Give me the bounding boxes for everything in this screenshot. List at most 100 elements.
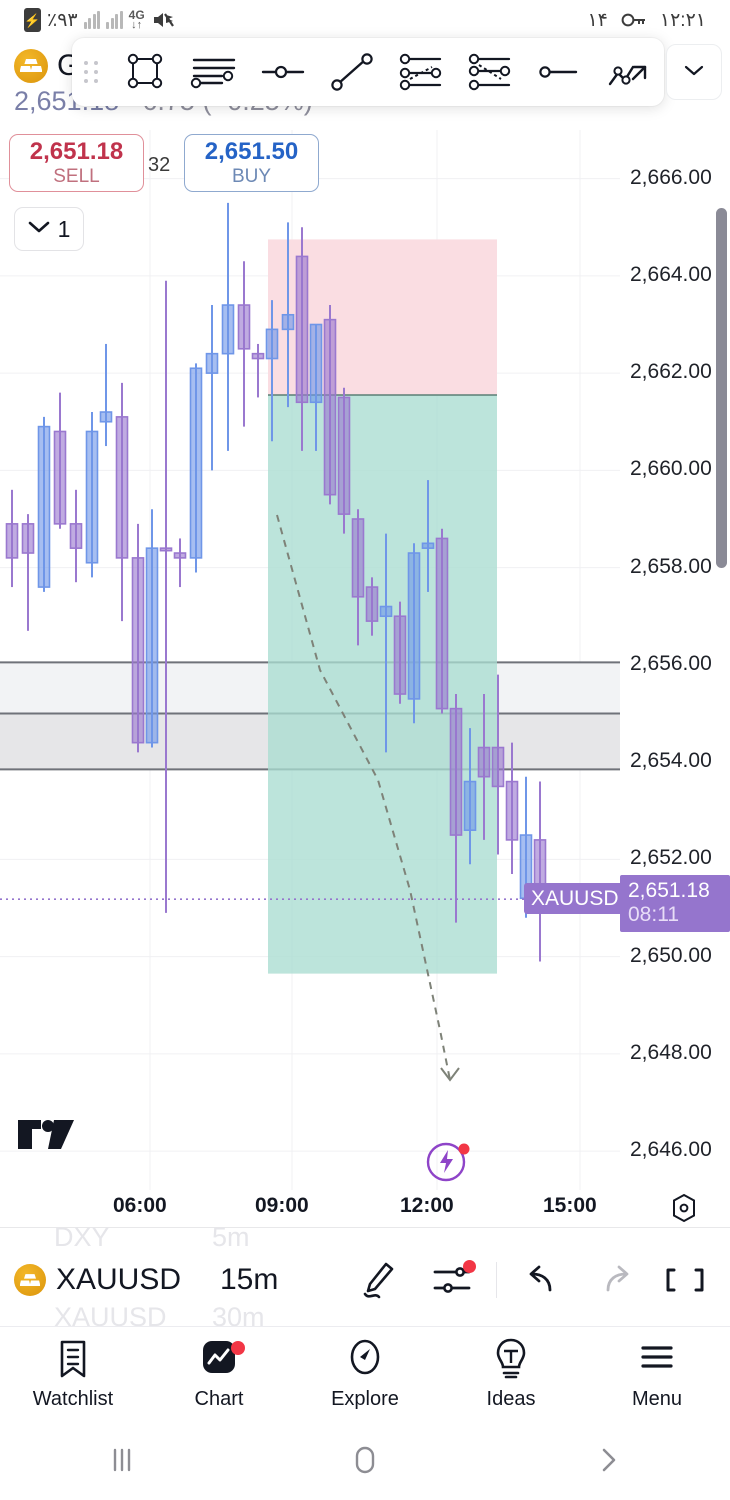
nav-label-explore: Explore <box>331 1387 399 1410</box>
price-chart[interactable] <box>0 130 620 1190</box>
signal-bars-icon <box>83 11 101 29</box>
trend-arrow-icon <box>609 65 647 86</box>
price-tick-label: 2,662.00 <box>630 360 712 384</box>
bottom-symbol-name: XAUUSD <box>56 1263 182 1296</box>
nav-item-ideas[interactable]: Ideas <box>438 1327 584 1420</box>
notification-count: ١۴ <box>587 9 608 31</box>
ghost-timeframe-above: 5m <box>212 1222 250 1252</box>
quantity-stepper[interactable]: 1 <box>14 207 84 251</box>
ghost-symbol-above: DXY <box>54 1222 110 1252</box>
sell-button[interactable]: 2,651.18 SELL <box>9 134 144 192</box>
pencil-draw-icon <box>363 1262 394 1299</box>
bottom-navigation[interactable]: Watchlist Chart Explore Ideas Menu <box>0 1326 730 1420</box>
nav-item-explore[interactable]: Explore <box>292 1327 438 1420</box>
battery-percent-label: ٪٩٣ <box>47 9 78 31</box>
buy-price: 2,651.50 <box>204 137 299 165</box>
nav-label-watchlist: Watchlist <box>32 1387 114 1410</box>
current-price-badge: 2,651.18 08:11 <box>620 875 730 933</box>
buy-button[interactable]: 2,651.50 BUY <box>184 134 319 192</box>
active-symbol-row[interactable]: XAUUSD 15m <box>0 1254 730 1306</box>
vpn-key-icon <box>621 12 647 28</box>
recents-button[interactable] <box>0 1420 243 1500</box>
sell-label: SELL <box>53 165 100 187</box>
back-button[interactable] <box>487 1420 730 1500</box>
indicator-settings-button[interactable] <box>414 1258 488 1302</box>
price-tick-label: 2,658.00 <box>630 554 712 578</box>
notification-badge <box>463 1260 476 1273</box>
price-scale-scrollbar[interactable] <box>716 208 727 568</box>
chart-canvas <box>0 130 620 1190</box>
quantity-value: 1 <box>57 215 71 242</box>
long-position-tool[interactable] <box>387 38 456 106</box>
chart-notification-badge <box>231 1341 245 1355</box>
price-tick-label: 2,660.00 <box>630 457 712 481</box>
time-tick-label: 12:00 <box>400 1194 454 1217</box>
signal-bars-icon <box>106 11 123 29</box>
trend-line-tool[interactable] <box>318 38 387 106</box>
trade-buttons-row: 2,651.18 SELL 32 2,651.50 BUY <box>0 134 730 194</box>
gold-bars-icon <box>14 1264 46 1296</box>
bottom-symbol-selector[interactable]: XAUUSD <box>14 1263 214 1297</box>
horizontal-line-tool[interactable] <box>526 38 595 106</box>
fullscreen-icon <box>666 1268 704 1292</box>
drag-handle-icon[interactable] <box>72 61 110 83</box>
back-icon <box>603 1448 616 1472</box>
trend-arrow-tool[interactable] <box>595 38 664 106</box>
parallel-channel-tool[interactable] <box>179 38 248 106</box>
home-icon <box>355 1446 375 1474</box>
home-button[interactable] <box>243 1420 486 1500</box>
time-tick-label: 09:00 <box>255 1194 309 1217</box>
status-bar-right: ١۴ ١٢:٢١ <box>587 9 706 32</box>
current-price-value: 2,651.18 <box>628 879 710 903</box>
nav-label-ideas: Ideas <box>486 1387 536 1410</box>
horizontal-ray-tool[interactable] <box>249 38 318 106</box>
price-scale[interactable]: 2,666.00 2,664.00 2,662.00 2,660.00 2,658.00… <box>620 130 730 1190</box>
current-price-time: 08:11 <box>628 902 679 926</box>
redo-button[interactable] <box>579 1262 653 1298</box>
price-tick-label: 2,656.00 <box>630 651 712 675</box>
chevron-down-icon <box>28 220 50 239</box>
price-tick-label: 2,652.00 <box>630 846 712 870</box>
spread-value: 32 <box>148 154 171 176</box>
drawing-tools-toolbar[interactable] <box>72 38 664 106</box>
android-status-bar: ⚡ ٪٩٣ 4G ↓↑ ١۴ ١٢:٢١ <box>0 0 730 40</box>
mute-icon <box>151 9 175 31</box>
nav-item-menu[interactable]: Menu <box>584 1327 730 1420</box>
short-position-icon <box>468 53 511 91</box>
undo-button[interactable] <box>505 1262 579 1298</box>
long-position-icon <box>399 53 441 91</box>
price-tick-label: 2,650.00 <box>630 943 712 967</box>
rectangle-icon <box>127 53 162 89</box>
price-tick-label: 2,648.00 <box>630 1040 712 1064</box>
chart-type-dropdown[interactable] <box>666 44 722 100</box>
android-navigation-bar[interactable] <box>0 1420 730 1500</box>
pencil-draw-button[interactable] <box>340 1256 414 1304</box>
sell-price: 2,651.18 <box>29 137 124 165</box>
tradingview-mobile-screen: ⚡ ٪٩٣ 4G ↓↑ ١۴ ١٢:٢١ 2,666.00 2,664.00 2… <box>0 0 730 1500</box>
clock-label: ١٢:٢١ <box>659 9 706 31</box>
horizontal-ray-icon <box>261 65 305 79</box>
toolbar-divider <box>496 1262 497 1298</box>
network-4g-icon: 4G ↓↑ <box>128 8 145 31</box>
trend-line-icon <box>331 53 374 91</box>
chart-bottom-toolbar[interactable]: DXY 5m XAUUSD 15m XAUUSD 30m <box>0 1222 730 1332</box>
watchlist-bookmark-icon <box>60 1340 86 1377</box>
recents-icon <box>113 1448 130 1472</box>
buy-label: BUY <box>231 165 272 187</box>
price-tick-label: 2,654.00 <box>630 749 712 773</box>
symbol-tag-label: XAUUSD <box>524 883 626 915</box>
gold-bars-icon <box>14 49 48 83</box>
time-tick-label: 15:00 <box>543 1194 597 1217</box>
nav-label-menu: Menu <box>631 1387 683 1410</box>
nav-item-chart[interactable]: Chart <box>146 1327 292 1420</box>
parallel-channel-icon <box>190 58 236 89</box>
short-position-tool[interactable] <box>456 38 525 106</box>
price-tick-label: 2,646.00 <box>630 1138 712 1162</box>
price-tick-label: 2,664.00 <box>630 262 712 286</box>
fullscreen-button[interactable] <box>653 1258 713 1302</box>
nav-item-watchlist[interactable]: Watchlist <box>0 1327 146 1420</box>
hamburger-menu-icon <box>641 1345 673 1368</box>
time-tick-label: 06:00 <box>113 1194 167 1217</box>
rectangle-tool[interactable] <box>110 38 179 106</box>
timeframe-selector[interactable]: 15m <box>220 1263 340 1297</box>
